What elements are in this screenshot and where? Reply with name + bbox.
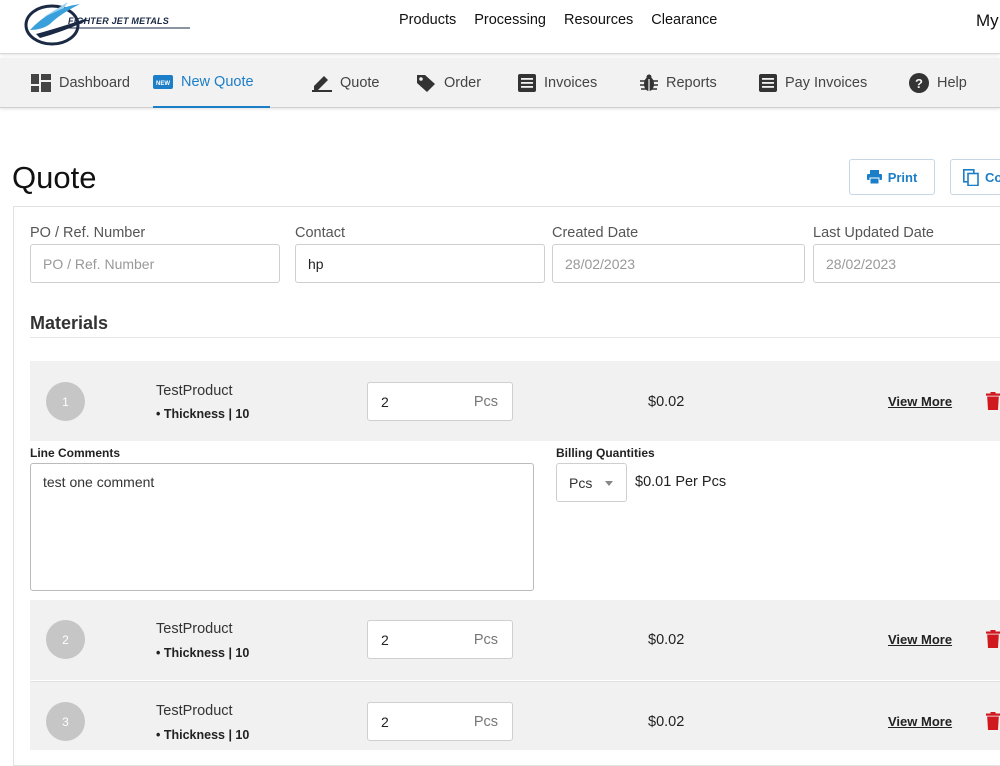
product-name[interactable]: TestProduct: [156, 621, 233, 637]
subnav-help-label: Help: [937, 75, 967, 91]
dashboard-icon: [31, 74, 51, 92]
product-name[interactable]: TestProduct: [156, 703, 233, 719]
subnav-new-quote-label: New Quote: [181, 74, 254, 90]
billing-unit-select[interactable]: Pcs: [556, 463, 627, 502]
subnav-new-quote[interactable]: NEW New Quote: [153, 58, 270, 108]
line-number-badge: 3: [46, 702, 85, 741]
copy-icon: [963, 168, 979, 186]
subnav-reports-label: Reports: [666, 75, 717, 91]
billing-unit-value: Pcs: [569, 475, 593, 491]
document-icon: [518, 74, 536, 92]
subnav-dashboard-label: Dashboard: [59, 75, 130, 91]
view-more-link[interactable]: View More: [888, 394, 952, 409]
trash-icon[interactable]: [986, 630, 1000, 653]
line-price: $0.02: [648, 394, 685, 410]
nav-link-clearance[interactable]: Clearance: [651, 12, 717, 28]
contact-input[interactable]: hp: [295, 244, 545, 283]
po-number-input[interactable]: PO / Ref. Number: [30, 244, 280, 283]
created-date-label: Created Date: [552, 225, 639, 241]
document-icon: [759, 74, 777, 92]
trash-icon[interactable]: [986, 712, 1000, 735]
subnav-pay-invoices-label: Pay Invoices: [785, 75, 868, 91]
subnav-invoices[interactable]: Invoices: [518, 58, 597, 108]
quantity-input[interactable]: 2 Pcs: [367, 620, 513, 659]
product-name[interactable]: TestProduct: [156, 383, 233, 399]
nav-link-products[interactable]: Products: [399, 12, 456, 28]
subnav-order-label: Order: [444, 75, 482, 91]
nav-link-processing[interactable]: Processing: [474, 12, 546, 28]
subnav-order[interactable]: Order: [416, 58, 481, 108]
top-menu: Products Processing Resources Clearance: [399, 12, 717, 28]
view-more-link[interactable]: View More: [888, 632, 952, 647]
brand-logo-text: FIGHTER JET METALS: [68, 16, 169, 26]
line-number-badge: 1: [46, 382, 85, 421]
printer-icon: [866, 170, 882, 184]
billing-quantities-label: Billing Quantities: [556, 446, 655, 460]
new-badge-icon: NEW: [153, 75, 173, 89]
material-row: 2 TestProduct • Thickness | 10 2 Pcs $0.…: [30, 600, 1000, 680]
copy-button-label: Co: [985, 169, 1000, 185]
help-icon: ?: [909, 73, 929, 93]
product-attribute: • Thickness | 10: [156, 407, 250, 421]
view-more-link[interactable]: View More: [888, 714, 952, 729]
nav-link-resources[interactable]: Resources: [564, 12, 633, 28]
material-row: 3 TestProduct • Thickness | 10 2 Pcs $0.…: [30, 681, 1000, 750]
line-price: $0.02: [648, 632, 685, 648]
svg-text:NEW: NEW: [156, 81, 170, 87]
last-updated-date-field: 28/02/2023: [813, 244, 1000, 283]
subnav-quote[interactable]: Quote: [312, 58, 380, 108]
po-number-label: PO / Ref. Number: [30, 225, 146, 241]
subnav-pay-invoices[interactable]: Pay Invoices: [759, 58, 867, 108]
print-button-label: Print: [887, 169, 918, 185]
materials-heading: Materials: [30, 313, 109, 333]
contact-label: Contact: [295, 225, 345, 241]
subnav-quote-label: Quote: [340, 75, 380, 91]
line-price: $0.02: [648, 714, 685, 730]
product-attribute: • Thickness | 10: [156, 728, 250, 742]
account-menu[interactable]: My: [976, 11, 999, 31]
bug-icon: [640, 74, 658, 92]
quantity-unit: Pcs: [473, 714, 498, 730]
line-comments-textarea[interactable]: test one comment: [30, 463, 534, 591]
brand-logo[interactable]: FIGHTER JET METALS: [22, 0, 192, 48]
tag-icon: [416, 74, 436, 92]
line-comments-label: Line Comments: [30, 446, 121, 460]
subnav-reports[interactable]: Reports: [640, 58, 717, 108]
sub-navbar: Dashboard NEW New Quote Quote Order Invo…: [0, 58, 1000, 108]
quantity-value: 2: [381, 714, 389, 730]
subnav-dashboard[interactable]: Dashboard: [31, 58, 130, 108]
section-divider: [30, 337, 1000, 338]
pencil-icon: [312, 74, 332, 92]
per-unit-price: $0.01 Per Pcs: [635, 474, 727, 490]
print-button[interactable]: Print: [849, 159, 935, 195]
line-number-badge: 2: [46, 620, 85, 659]
last-updated-date-label: Last Updated Date: [813, 225, 934, 241]
quantity-unit: Pcs: [473, 394, 498, 410]
subnav-help[interactable]: ? Help: [909, 58, 967, 108]
chevron-down-icon: [605, 481, 613, 486]
copy-button[interactable]: Co: [950, 159, 1000, 195]
quantity-unit: Pcs: [473, 632, 498, 648]
svg-text:?: ?: [915, 76, 923, 91]
quantity-input[interactable]: 2 Pcs: [367, 702, 513, 741]
subnav-invoices-label: Invoices: [544, 75, 598, 91]
quantity-value: 2: [381, 632, 389, 648]
top-navbar: FIGHTER JET METALS Products Processing R…: [0, 0, 1000, 54]
created-date-field: 28/02/2023: [552, 244, 805, 283]
product-attribute: • Thickness | 10: [156, 646, 250, 660]
material-row: 1 TestProduct • Thickness | 10 2 Pcs $0.…: [30, 361, 1000, 441]
quantity-input[interactable]: 2 Pcs: [367, 382, 513, 421]
trash-icon[interactable]: [986, 392, 1000, 415]
quantity-value: 2: [381, 394, 389, 410]
page-title: Quote: [12, 160, 97, 195]
